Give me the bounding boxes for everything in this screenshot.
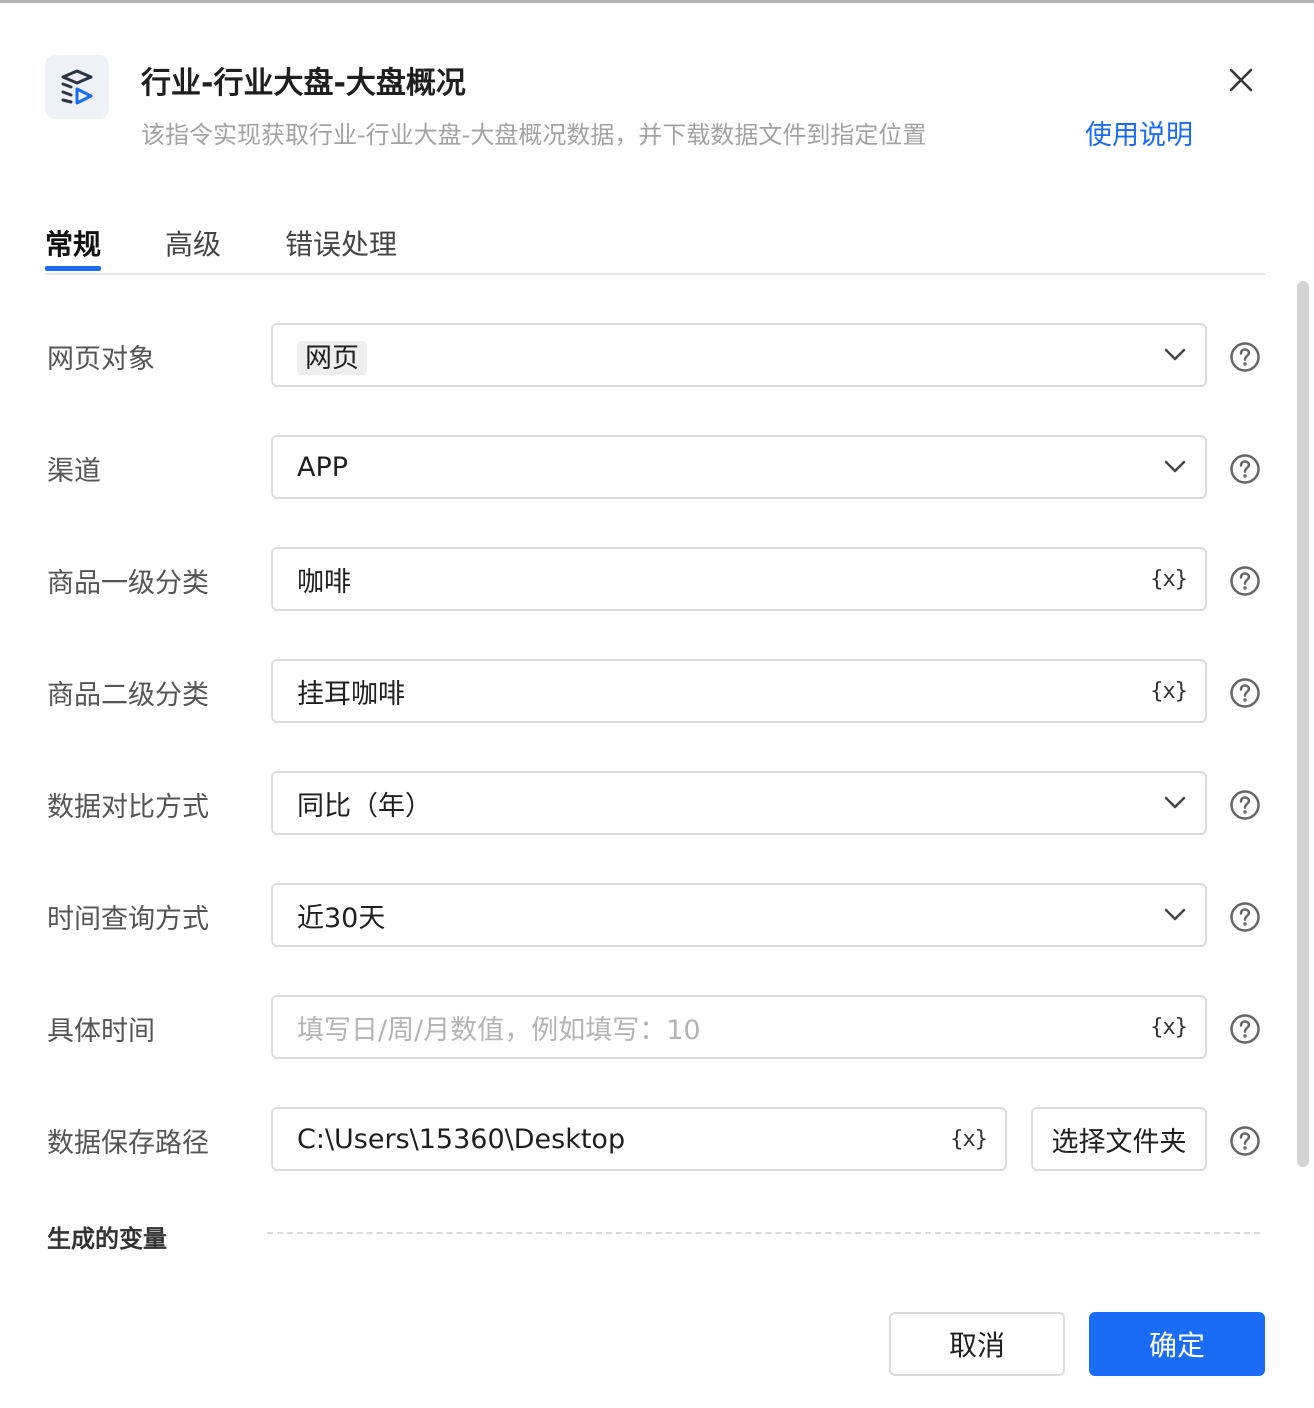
variable-insert-button[interactable]: {x}: [1150, 1015, 1188, 1040]
compare-mode-select[interactable]: 同比（年）: [271, 771, 1207, 835]
web-object-tag: 网页: [297, 340, 367, 375]
web-object-select[interactable]: 网页: [271, 323, 1207, 387]
dialog: 行业-行业大盘-大盘概况 该指令实现获取行业-行业大盘-大盘概况数据，并下载数据…: [0, 0, 1314, 1408]
time-query-select[interactable]: 近30天: [271, 883, 1207, 947]
help-icon[interactable]: [1229, 1013, 1261, 1045]
category1-label: 商品一级分类: [47, 568, 209, 599]
chevron-down-icon: [1163, 455, 1187, 479]
help-icon[interactable]: [1229, 565, 1261, 597]
generated-variables-title: 生成的变量: [47, 1225, 167, 1253]
category2-label: 商品二级分类: [47, 680, 209, 711]
time-query-value: 近30天: [297, 902, 386, 934]
save-path-value: C:\Users\15360\Desktop: [297, 1123, 626, 1155]
category1-input[interactable]: 咖啡 {x}: [271, 547, 1207, 611]
specific-time-label: 具体时间: [47, 1016, 155, 1047]
help-icon[interactable]: [1229, 1125, 1261, 1157]
variable-insert-button[interactable]: {x}: [950, 1127, 988, 1152]
help-icon[interactable]: [1229, 341, 1261, 373]
tab-bar: 常规 高级 错误处理: [45, 213, 1265, 275]
chevron-down-icon: [1163, 903, 1187, 927]
choose-folder-button[interactable]: 选择文件夹: [1031, 1107, 1207, 1171]
scrollbar[interactable]: [1297, 281, 1309, 1167]
close-icon: [1229, 68, 1253, 92]
variable-insert-button[interactable]: {x}: [1150, 567, 1188, 592]
help-icon[interactable]: [1229, 677, 1261, 709]
confirm-button[interactable]: 确定: [1089, 1312, 1265, 1376]
time-query-label: 时间查询方式: [47, 904, 209, 935]
help-icon[interactable]: [1229, 453, 1261, 485]
help-icon[interactable]: [1229, 789, 1261, 821]
channel-value: APP: [297, 451, 349, 483]
chevron-down-icon: [1163, 343, 1187, 367]
tab-advanced[interactable]: 高级: [165, 223, 221, 263]
channel-label: 渠道: [47, 456, 101, 487]
section-divider: [267, 1232, 1260, 1234]
command-icon: [45, 55, 109, 119]
specific-time-placeholder: 填写日/周/月数值，例如填写：10: [297, 1014, 701, 1046]
category1-value: 咖啡: [297, 566, 351, 598]
active-tab-indicator: [45, 266, 101, 271]
web-object-label: 网页对象: [47, 344, 155, 375]
dialog-title: 行业-行业大盘-大盘概况: [141, 66, 466, 101]
help-icon[interactable]: [1229, 901, 1261, 933]
channel-select[interactable]: APP: [271, 435, 1207, 499]
cancel-button[interactable]: 取消: [889, 1312, 1065, 1376]
tab-error-handling[interactable]: 错误处理: [285, 223, 397, 263]
specific-time-input[interactable]: 填写日/周/月数值，例如填写：10 {x}: [271, 995, 1207, 1059]
dialog-subtitle: 该指令实现获取行业-行业大盘-大盘概况数据，并下载数据文件到指定位置: [141, 121, 927, 149]
save-path-input[interactable]: C:\Users\15360\Desktop {x}: [271, 1107, 1007, 1171]
variable-insert-button[interactable]: {x}: [1150, 679, 1188, 704]
compare-mode-value: 同比（年）: [297, 790, 432, 822]
chevron-down-icon: [1163, 791, 1187, 815]
tab-general[interactable]: 常规: [45, 223, 101, 263]
category2-input[interactable]: 挂耳咖啡 {x}: [271, 659, 1207, 723]
category2-value: 挂耳咖啡: [297, 678, 405, 710]
compare-mode-label: 数据对比方式: [47, 792, 209, 823]
save-path-label: 数据保存路径: [47, 1128, 209, 1159]
close-button[interactable]: [1222, 61, 1260, 99]
help-link[interactable]: 使用说明: [1085, 113, 1193, 152]
